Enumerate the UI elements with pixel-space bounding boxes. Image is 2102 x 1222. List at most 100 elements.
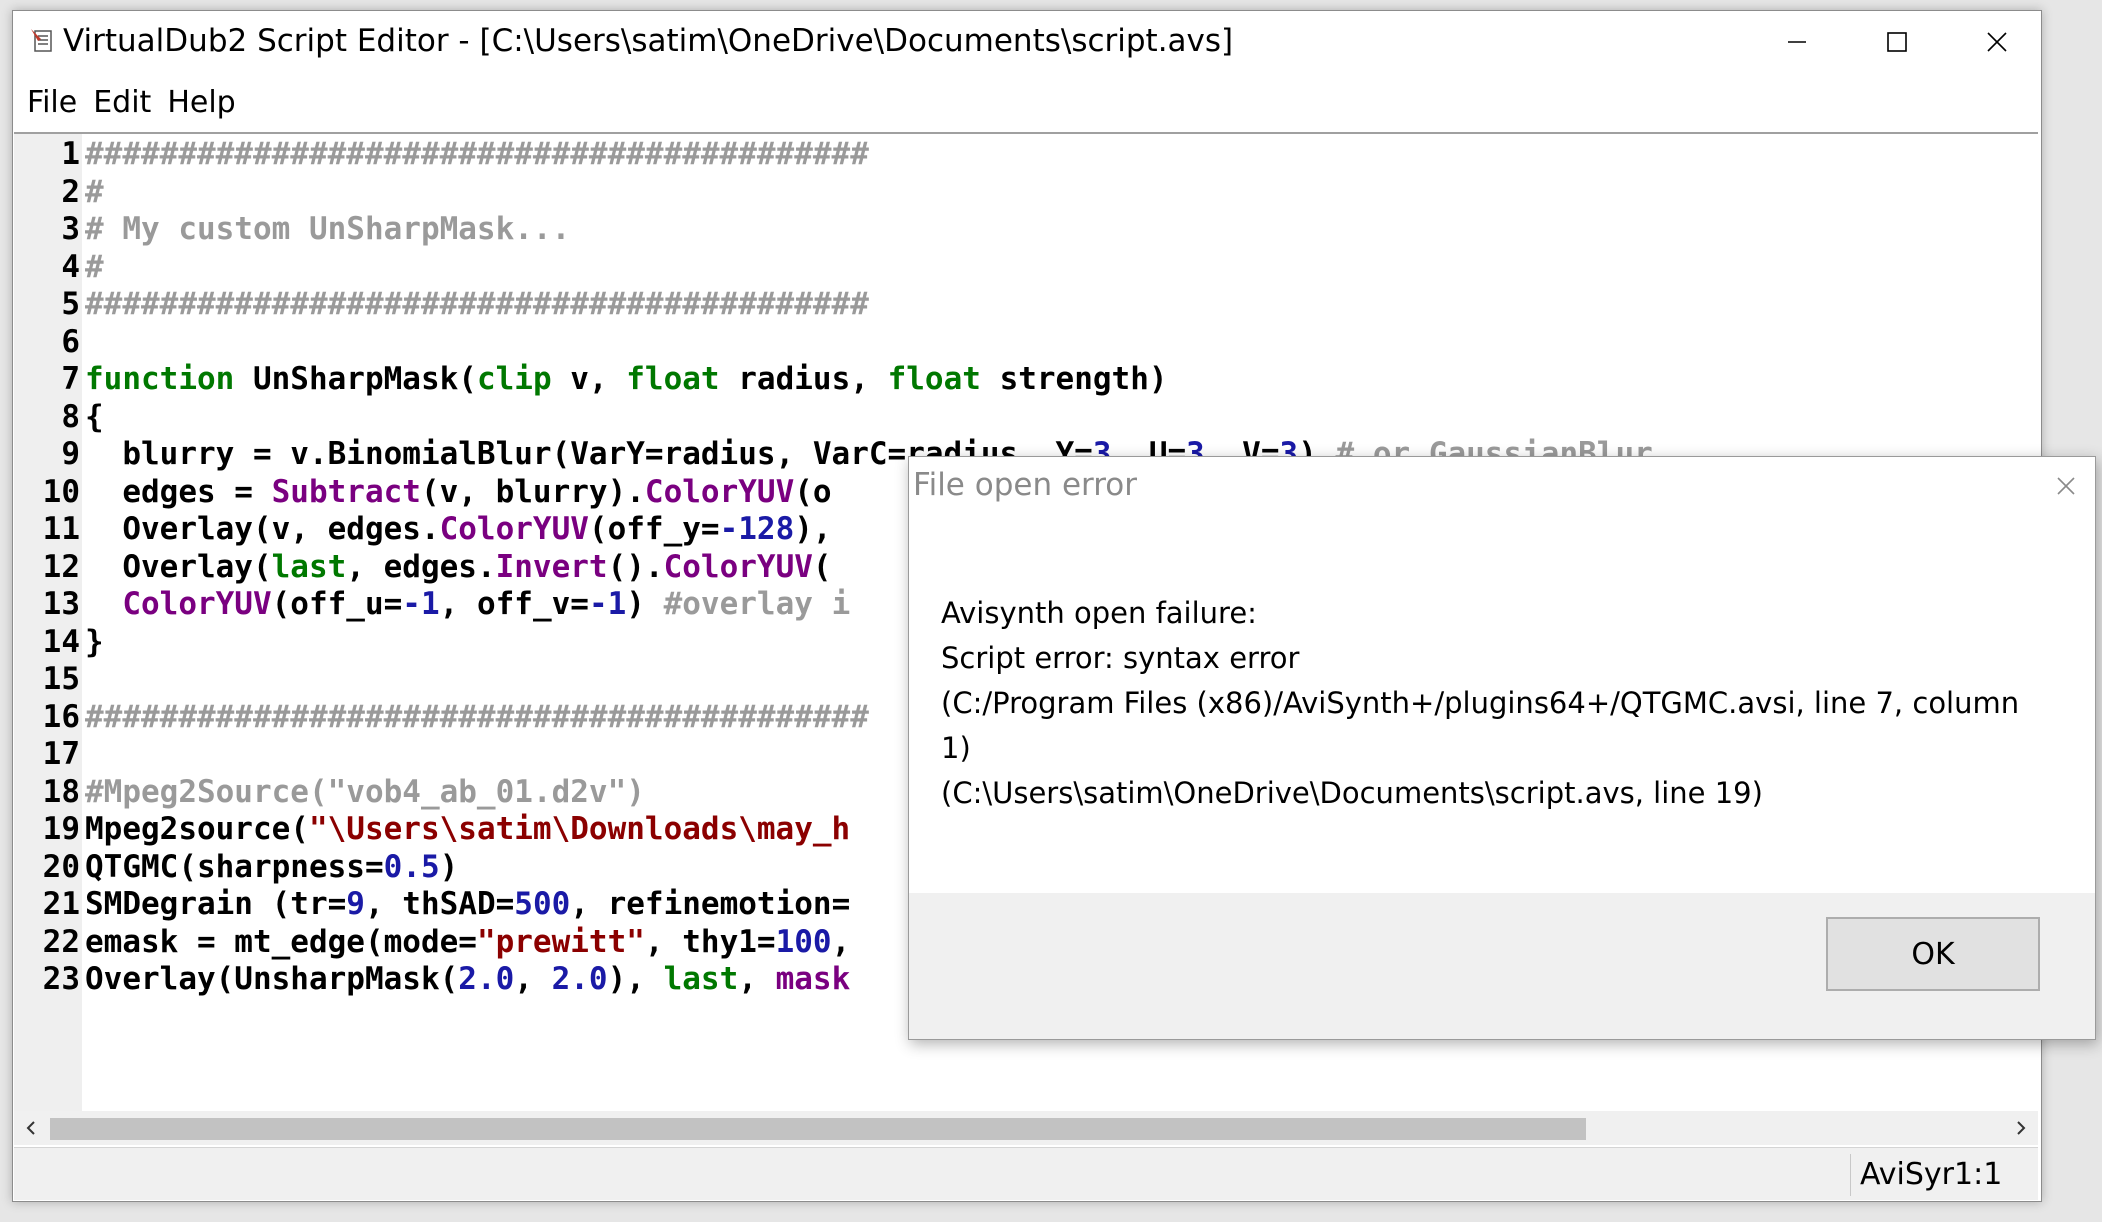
dialog-title: File open error [913,467,1137,503]
menu-file[interactable]: File [21,85,83,120]
line-content: edges = Subtract(v, blurry).ColorYUV(o [85,473,831,512]
close-icon[interactable] [2051,471,2081,501]
code-line[interactable]: 6 [14,324,2038,362]
code-token: (). [607,548,664,585]
line-content: # [85,174,104,212]
minimize-button[interactable] [1747,11,1847,73]
line-content: Overlay(v, edges.ColorYUV(off_y=-128), [85,511,832,549]
line-content: QTGMC(sharpness=0.5) [85,849,458,887]
code-token: Overlay(v, edges. [85,511,440,547]
code-token: ColorYUV [663,548,813,585]
maximize-icon [1887,32,1907,52]
line-number: 1 [61,136,80,172]
code-line[interactable]: 7 function UnSharpMask(clip v, float radi… [14,361,2038,399]
line-number: 12 [42,548,80,585]
code-token: float [887,361,981,397]
close-icon [1987,32,2007,52]
code-token: mask [775,961,851,997]
chevron-right-icon [2017,1121,2026,1135]
line-number: 6 [61,323,80,360]
ok-button[interactable]: OK [1826,917,2040,991]
line-number: 23 [42,961,80,997]
menu-help[interactable]: Help [161,85,241,120]
line-content: ########################################… [85,136,869,174]
scroll-left-button[interactable] [14,1111,48,1145]
code-token: v, [551,361,627,397]
line-number: 3 [61,211,80,247]
line-number: 18 [42,773,80,810]
code-token: 0.5 [383,848,440,885]
line-number: 10 [42,473,80,510]
code-token: 2.0 [551,961,608,997]
status-separator [1850,1154,1851,1196]
code-token: 9 [346,886,365,922]
code-token: ( [812,548,832,585]
line-number: 8 [61,398,80,435]
dialog-message-line: (C:/Program Files (x86)/AviSynth+/plugin… [941,686,2020,720]
dialog-message-line: (C:\Users\satim\OneDrive\Documents\scrip… [941,776,1763,810]
code-token: -1 [402,586,440,622]
line-number: 17 [42,736,80,772]
line-content: # [85,249,104,287]
code-line[interactable]: 1 #######################################… [14,136,2038,174]
code-token: #Mpeg2Source("vob4_ab_01.d2v") [85,773,645,810]
line-content: #Mpeg2Source("vob4_ab_01.d2v") [85,774,645,812]
horizontal-scrollbar[interactable] [14,1111,2038,1145]
code-token: , [514,961,552,997]
line-number: 16 [42,698,80,735]
code-token: ########################################… [85,136,869,172]
code-token: ColorYUV [439,511,589,547]
code-token: last [663,961,739,997]
dialog-message: Avisynth open failure: Script error: syn… [941,591,2041,816]
menu-edit[interactable]: Edit [87,85,157,120]
code-token: ) [626,586,664,622]
code-token: # My custom UnSharpMask... [85,211,571,247]
line-number: 13 [42,586,80,622]
code-token: (off_y= [588,511,720,547]
line-content: ########################################… [85,286,869,324]
line-content: ########################################… [85,699,869,737]
code-token: Mpeg2source( [85,811,309,847]
code-line[interactable]: 8{ [14,399,2038,437]
line-number: 11 [42,511,80,547]
code-token: , thy1= [644,923,776,960]
code-token: Invert [495,548,608,585]
code-token: strength) [980,361,1168,397]
chevron-left-icon [26,1121,35,1135]
line-content: Overlay(UnsharpMask(2.0, 2.0), last, mas… [85,961,850,999]
code-token: ColorYUV [644,473,795,510]
line-content: { [85,399,104,437]
title-bar[interactable]: VirtualDub2 Script Editor - [C:\Users\sa… [13,11,2041,73]
code-token: Overlay(UnsharpMask( [85,961,459,997]
code-token: , thSAD= [364,886,515,922]
status-mode: AviSyr [1860,1157,1954,1192]
line-number: 2 [61,173,80,210]
code-line[interactable]: 3 # My custom UnSharpMask... [14,211,2038,249]
code-token: clip [476,361,552,397]
code-token: # [85,248,104,285]
code-token: ########################################… [85,286,869,322]
scroll-thumb[interactable] [50,1118,1586,1140]
code-token: , refinemotion= [570,886,851,922]
file-open-error-dialog: File open error Avisynth open failure: S… [908,456,2096,1040]
code-token: (off_u= [271,586,403,622]
code-line[interactable]: 2 # [14,174,2038,212]
close-button[interactable] [1947,11,2047,73]
dialog-message-line: Script error: syntax error [941,641,1300,675]
code-line[interactable]: 4 # [14,249,2038,287]
code-token: Subtract [271,473,421,510]
line-number: 14 [42,623,80,660]
line-number: 21 [42,886,80,922]
code-line[interactable]: 5 #######################################… [14,286,2038,324]
code-token: #overlay i [663,586,851,622]
scroll-right-button[interactable] [2004,1111,2038,1145]
line-number: 19 [42,811,80,847]
code-token: edges = [85,473,272,510]
code-token: # [85,173,104,210]
code-token: ), [794,511,832,547]
code-token: 100 [775,923,832,960]
dialog-button-area: OK [909,893,2095,1039]
code-token: radius, [719,361,888,397]
maximize-button[interactable] [1847,11,1947,73]
